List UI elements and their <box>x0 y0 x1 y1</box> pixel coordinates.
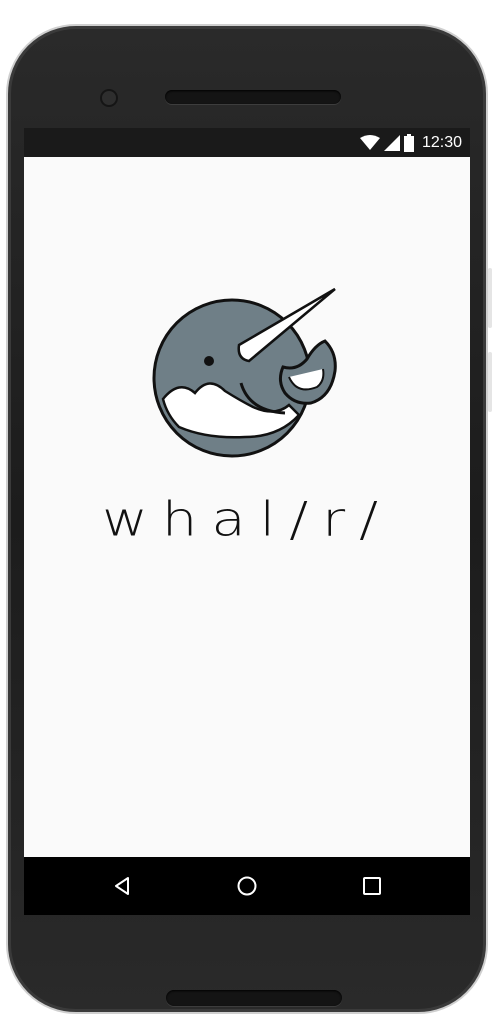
recents-icon <box>363 877 381 895</box>
back-icon <box>115 877 129 895</box>
recents-button[interactable] <box>357 871 387 901</box>
battery-icon <box>403 133 414 152</box>
status-bar: 12:30 <box>24 128 470 157</box>
home-button[interactable] <box>232 871 262 901</box>
home-icon <box>237 876 257 896</box>
back-button[interactable] <box>107 871 137 901</box>
status-icons: 12:30 <box>359 128 462 157</box>
navigation-bar <box>24 857 470 915</box>
bottom-speaker <box>166 990 342 1006</box>
top-speaker <box>165 90 341 104</box>
splash-content: whal/r/ <box>24 157 470 857</box>
screen: 12:30 whal/r/ <box>24 128 470 915</box>
volume-button <box>488 268 492 328</box>
status-time: 12:30 <box>421 133 462 151</box>
power-button <box>488 352 492 412</box>
cellular-signal-icon <box>383 134 400 151</box>
app-wordmark: whal/r/ <box>102 491 392 548</box>
wifi-icon <box>359 134 380 150</box>
front-camera <box>100 89 118 107</box>
narwhal-logo-icon <box>152 287 337 458</box>
